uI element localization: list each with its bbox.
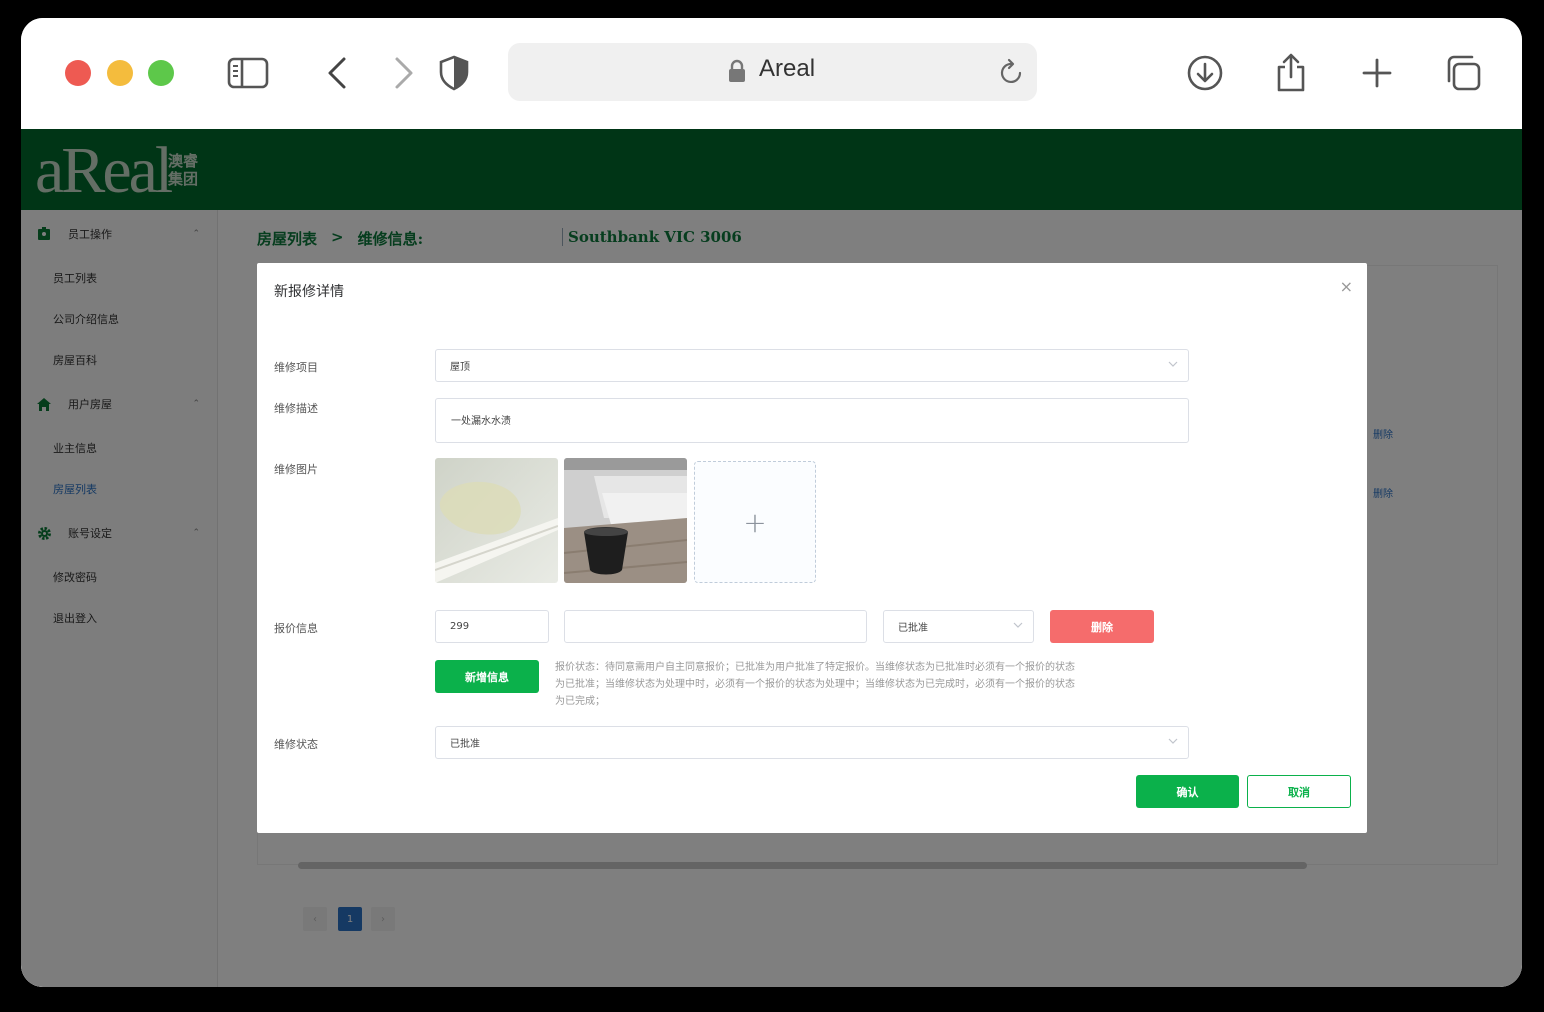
repair-images-label: 维修图片: [274, 463, 318, 476]
new-tab-icon[interactable]: [1353, 50, 1401, 96]
repair-detail-dialog: 新报修详情 × 维修项目 屋顶 维修描述 一处漏水水渍 维修图片 + 报价信息 …: [257, 263, 1367, 833]
repair-status-value: 已批准: [450, 739, 480, 750]
repair-image-thumb[interactable]: [435, 458, 558, 583]
chevron-down-icon: [1013, 621, 1023, 632]
repair-item-label: 维修项目: [274, 361, 318, 374]
close-window-button[interactable]: [65, 60, 91, 86]
shield-icon[interactable]: [430, 50, 478, 96]
download-icon[interactable]: [1181, 50, 1229, 96]
repair-image-thumb[interactable]: [564, 458, 687, 583]
quote-status-value: 已批准: [898, 623, 928, 634]
minimize-window-button[interactable]: [107, 60, 133, 86]
cancel-button[interactable]: 取消: [1247, 775, 1351, 808]
share-icon[interactable]: [1267, 50, 1315, 96]
repair-item-select[interactable]: 屋顶: [435, 349, 1189, 382]
lock-icon: [728, 59, 746, 87]
browser-window: Areal aReal 澳睿集团: [21, 18, 1522, 987]
repair-status-label: 维修状态: [274, 738, 318, 751]
quote-status-hint: 报价状态：待同意需用户自主同意报价；已批准为用户批准了特定报价。当维修状态为已批…: [555, 662, 1075, 707]
add-quote-button[interactable]: 新增信息: [435, 660, 539, 693]
tab-overview-icon[interactable]: [1439, 50, 1487, 96]
plus-icon: +: [743, 505, 767, 539]
quote-info-label: 报价信息: [274, 622, 318, 635]
zoom-window-button[interactable]: [148, 60, 174, 86]
repair-item-value: 屋顶: [450, 362, 470, 373]
delete-quote-button[interactable]: 删除: [1050, 610, 1154, 643]
quote-status-select[interactable]: 已批准: [883, 610, 1034, 643]
browser-toolbar: Areal: [21, 18, 1522, 129]
quote-note-input[interactable]: [564, 610, 867, 643]
url-text: Areal: [759, 55, 816, 82]
sidebar-toggle-icon[interactable]: [224, 50, 272, 96]
reload-icon[interactable]: [999, 58, 1025, 90]
repair-status-select[interactable]: 已批准: [435, 726, 1189, 759]
close-icon[interactable]: ×: [1340, 277, 1353, 296]
repair-desc-label: 维修描述: [274, 402, 318, 415]
back-icon[interactable]: [313, 50, 361, 96]
repair-desc-textarea[interactable]: 一处漏水水渍: [435, 398, 1189, 443]
dialog-title: 新报修详情: [274, 284, 344, 300]
quote-amount-input[interactable]: 299: [435, 610, 549, 643]
chevron-down-icon: [1168, 360, 1178, 371]
forward-icon[interactable]: [380, 50, 428, 96]
confirm-button[interactable]: 确认: [1136, 775, 1239, 808]
chevron-down-icon: [1168, 737, 1178, 748]
address-bar[interactable]: Areal: [508, 43, 1037, 101]
upload-image-button[interactable]: +: [694, 461, 816, 583]
